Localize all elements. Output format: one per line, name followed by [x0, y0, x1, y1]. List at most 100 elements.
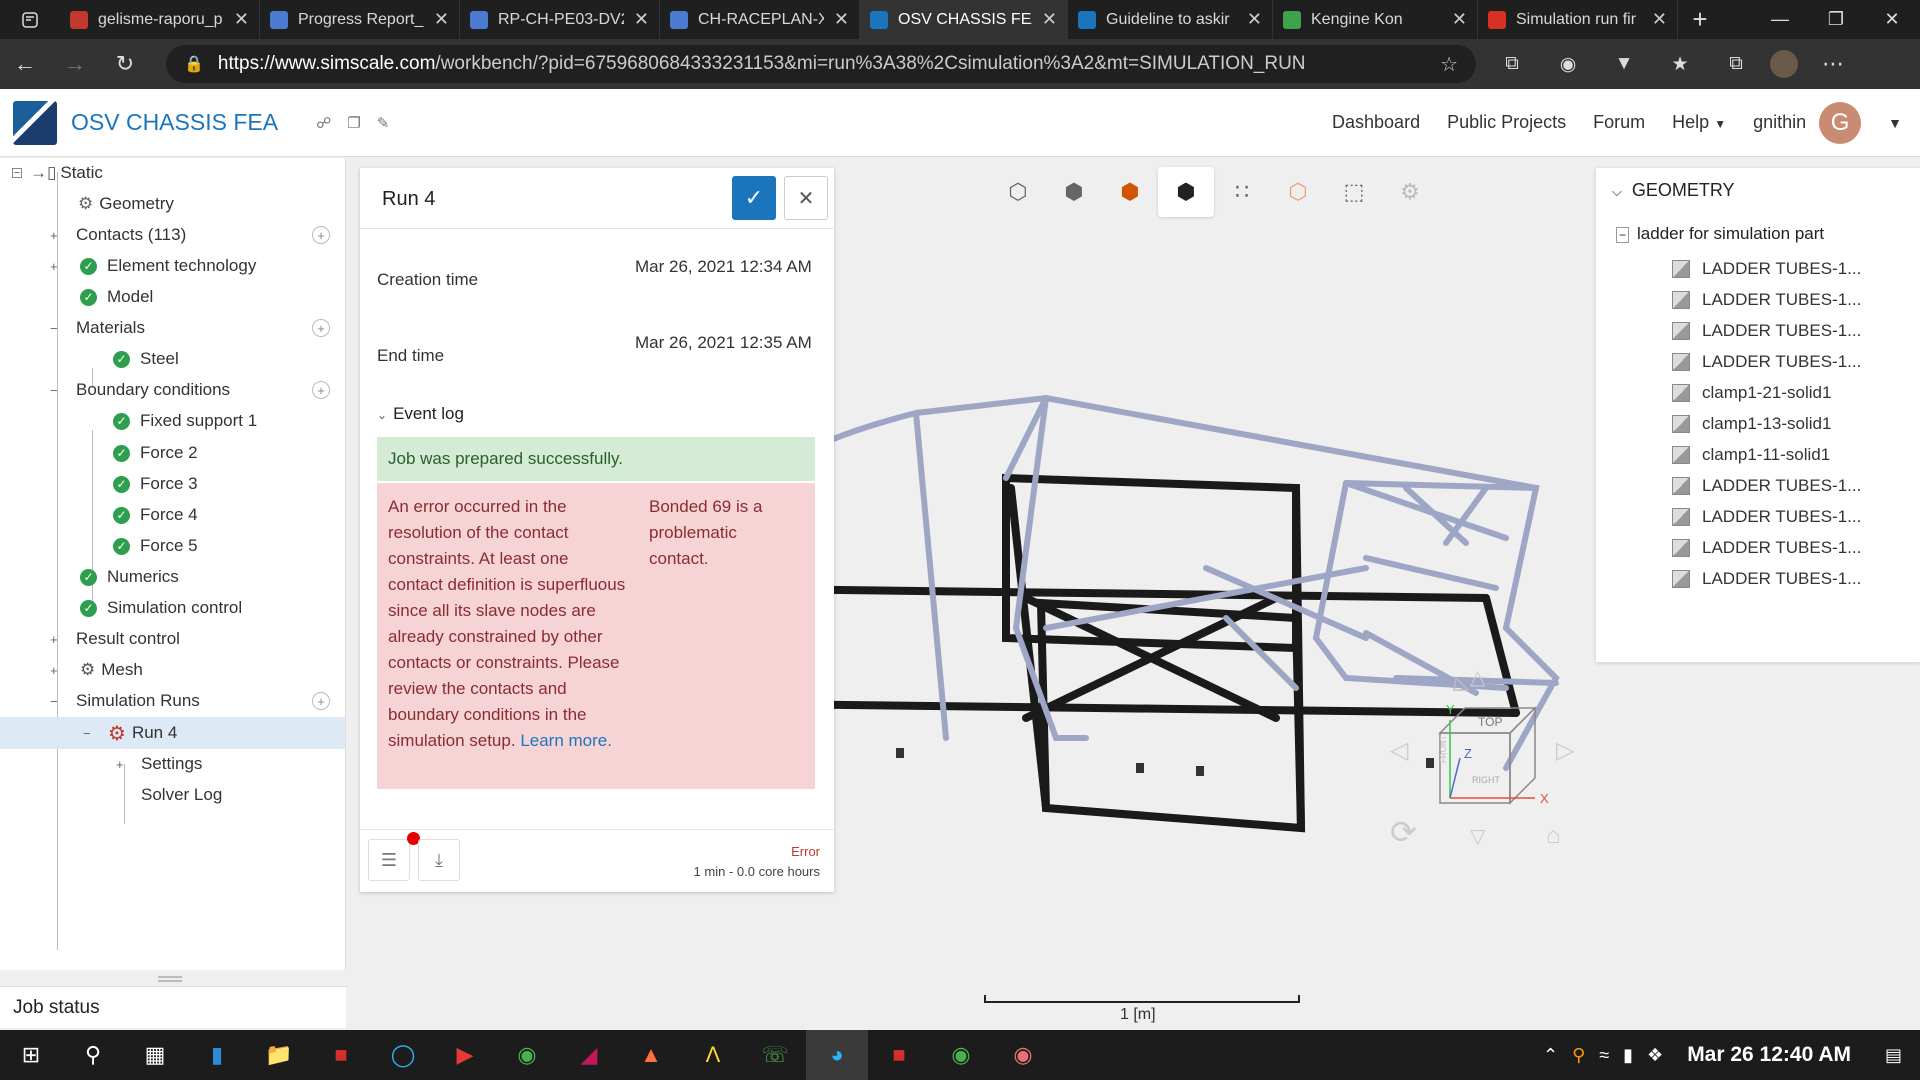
browser-tab[interactable]: Simulation run fir ✕	[1478, 0, 1678, 39]
back-button[interactable]: ←	[0, 51, 50, 77]
add-run-button[interactable]: +	[312, 692, 330, 710]
favorite-star-icon[interactable]: ☆	[1440, 52, 1458, 77]
expand-icon[interactable]: +	[50, 228, 58, 243]
tree-solver-log[interactable]: Solver Log	[141, 780, 222, 810]
username[interactable]: gnithin	[1753, 112, 1806, 133]
notification-icon[interactable]: ▤	[1885, 1045, 1902, 1066]
close-window-button[interactable]: ✕	[1864, 9, 1920, 30]
app-icon[interactable]: ◉	[992, 1030, 1054, 1080]
collections-add-icon[interactable]: ⧉	[1712, 53, 1760, 76]
file-explorer-icon[interactable]: 📁	[248, 1030, 310, 1080]
home-view-icon[interactable]: ⌂	[1546, 822, 1561, 849]
log-list-button[interactable]: ☰	[368, 839, 410, 881]
windows-start-icon[interactable]: ⊞	[0, 1030, 62, 1080]
collapse-icon[interactable]: −	[50, 383, 58, 398]
media-player-icon[interactable]: ▶	[434, 1030, 496, 1080]
collapse-icon[interactable]: −	[50, 321, 58, 336]
add-boundary-condition-button[interactable]: +	[312, 381, 330, 399]
close-tab-icon[interactable]: ✕	[634, 9, 649, 30]
more-menu-icon[interactable]: ⋯	[1808, 51, 1858, 77]
tree-force-5[interactable]: ✓ Force 5	[113, 531, 198, 561]
cube-points-icon[interactable]: ∷	[1214, 167, 1270, 217]
browser-tab[interactable]: Progress Report_ ✕	[260, 0, 460, 39]
valorant-icon[interactable]: ◢	[558, 1030, 620, 1080]
geometry-item[interactable]: LADDER TUBES-1...	[1672, 285, 1861, 315]
geometry-item[interactable]: LADDER TUBES-1...	[1672, 316, 1861, 346]
wifi-icon[interactable]: ≈	[1599, 1045, 1609, 1066]
new-tab-button[interactable]: +	[1678, 4, 1722, 35]
close-tab-icon[interactable]: ✕	[1452, 9, 1467, 30]
profile-avatar[interactable]	[1770, 50, 1798, 78]
close-tab-icon[interactable]: ✕	[1652, 9, 1667, 30]
maximize-button[interactable]: ❐	[1808, 9, 1864, 30]
browser-tab[interactable]: gelisme-raporu_p ✕	[60, 0, 260, 39]
browser-tab[interactable]: CH-RACEPLAN-X ✕	[660, 0, 860, 39]
simscale-logo[interactable]	[13, 100, 57, 145]
geometry-part[interactable]: − ladder for simulation part	[1616, 224, 1824, 244]
collapse-icon[interactable]: −	[12, 168, 22, 179]
matlab-icon[interactable]: ▲	[620, 1030, 682, 1080]
expand-icon[interactable]: +	[50, 632, 58, 647]
browser-tab[interactable]: Kengine Kon ✕	[1273, 0, 1478, 39]
whatsapp-icon[interactable]: ☏	[744, 1030, 806, 1080]
panel-resize-handle[interactable]	[158, 976, 182, 982]
cube-transparent-icon[interactable]: ⬡	[1270, 167, 1326, 217]
close-tab-icon[interactable]: ✕	[434, 9, 449, 30]
tree-settings[interactable]: + Settings	[116, 749, 202, 779]
copy-icon[interactable]: ❐	[347, 114, 360, 132]
tree-mesh[interactable]: + ⚙ Mesh	[50, 655, 143, 685]
geometry-item[interactable]: LADDER TUBES-1...	[1672, 347, 1861, 377]
close-panel-button[interactable]: ✕	[784, 176, 828, 220]
geometry-item[interactable]: clamp1-21-solid1	[1672, 378, 1831, 408]
nav-public-projects[interactable]: Public Projects	[1447, 112, 1566, 133]
share-icon[interactable]: ☍	[316, 114, 331, 132]
extension-record-icon[interactable]: ◉	[1544, 53, 1592, 76]
tray-app-icon[interactable]: ⚲	[1572, 1045, 1585, 1066]
solidworks-2-icon[interactable]: ■	[868, 1030, 930, 1080]
tree-run-4[interactable]: − ⚙ Run 4	[0, 717, 345, 749]
taskbar-clock[interactable]: Mar 26 12:40 AM	[1687, 1043, 1851, 1067]
box-select-icon[interactable]: ⬚	[1326, 167, 1382, 217]
tree-force-2[interactable]: ✓ Force 2	[113, 438, 198, 468]
add-material-button[interactable]: +	[312, 319, 330, 337]
expand-icon[interactable]: +	[50, 259, 58, 274]
cube-edges-icon[interactable]: ⬢	[1158, 167, 1214, 217]
tree-simulation-control[interactable]: ✓ Simulation control	[80, 593, 242, 623]
extension-down-icon[interactable]: ▼	[1600, 53, 1648, 76]
tree-fixed-support[interactable]: ✓ Fixed support 1	[113, 406, 257, 436]
edge-icon[interactable]: ◕	[806, 1030, 868, 1080]
download-button[interactable]: ⤓	[418, 839, 460, 881]
cube-wireframe-icon[interactable]: ⬡	[990, 167, 1046, 217]
browser-tab[interactable]: Guideline to askir ✕	[1068, 0, 1273, 39]
geometry-item[interactable]: LADDER TUBES-1...	[1672, 471, 1861, 501]
reload-button[interactable]: ↻	[100, 51, 150, 77]
user-avatar[interactable]: G	[1819, 101, 1862, 144]
geometry-item[interactable]: LADDER TUBES-1...	[1672, 254, 1861, 284]
tree-contacts[interactable]: + Contacts (113) +	[50, 220, 336, 250]
close-tab-icon[interactable]: ✕	[1042, 9, 1057, 30]
forward-button[interactable]: →	[50, 51, 100, 77]
phone-app-icon[interactable]: ▮	[186, 1030, 248, 1080]
chrome-icon[interactable]: ◉	[496, 1030, 558, 1080]
geometry-item[interactable]: clamp1-13-solid1	[1672, 409, 1831, 439]
tree-numerics[interactable]: ✓ Numerics	[80, 562, 179, 592]
url-field[interactable]: 🔒 https://www.simscale.com/workbench/?pi…	[166, 45, 1476, 83]
job-status-panel[interactable]: Job status	[0, 986, 346, 1028]
settings-cube-icon[interactable]: ⚙	[1382, 167, 1438, 217]
close-tab-icon[interactable]: ✕	[234, 9, 249, 30]
close-tab-icon[interactable]: ✕	[1247, 9, 1262, 30]
dropbox-icon[interactable]: ❖	[1647, 1045, 1663, 1066]
navigation-cube[interactable]: TOP RIGHT FRONT Y X Z ◁ ▷ △ ▽ ⟳ ⌂	[1360, 638, 1580, 858]
tree-geometry[interactable]: ⚙ Geometry	[78, 189, 174, 219]
favorites-icon[interactable]: ★	[1656, 53, 1704, 76]
nav-forum[interactable]: Forum	[1593, 112, 1645, 133]
add-contact-button[interactable]: +	[312, 226, 330, 244]
geometry-header[interactable]: ⌵ GEOMETRY	[1612, 180, 1735, 201]
event-log-toggle[interactable]: ⌄ Event log	[377, 404, 464, 424]
rotate-right-icon[interactable]: ▷	[1556, 737, 1575, 764]
tree-steel[interactable]: ✓ Steel	[113, 344, 179, 374]
orbit-icon[interactable]: ⟳	[1390, 814, 1417, 850]
tray-chevron-up-icon[interactable]: ⌃	[1543, 1045, 1558, 1066]
battery-icon[interactable]: ▮	[1623, 1045, 1633, 1066]
tree-force-4[interactable]: ✓ Force 4	[113, 500, 198, 530]
